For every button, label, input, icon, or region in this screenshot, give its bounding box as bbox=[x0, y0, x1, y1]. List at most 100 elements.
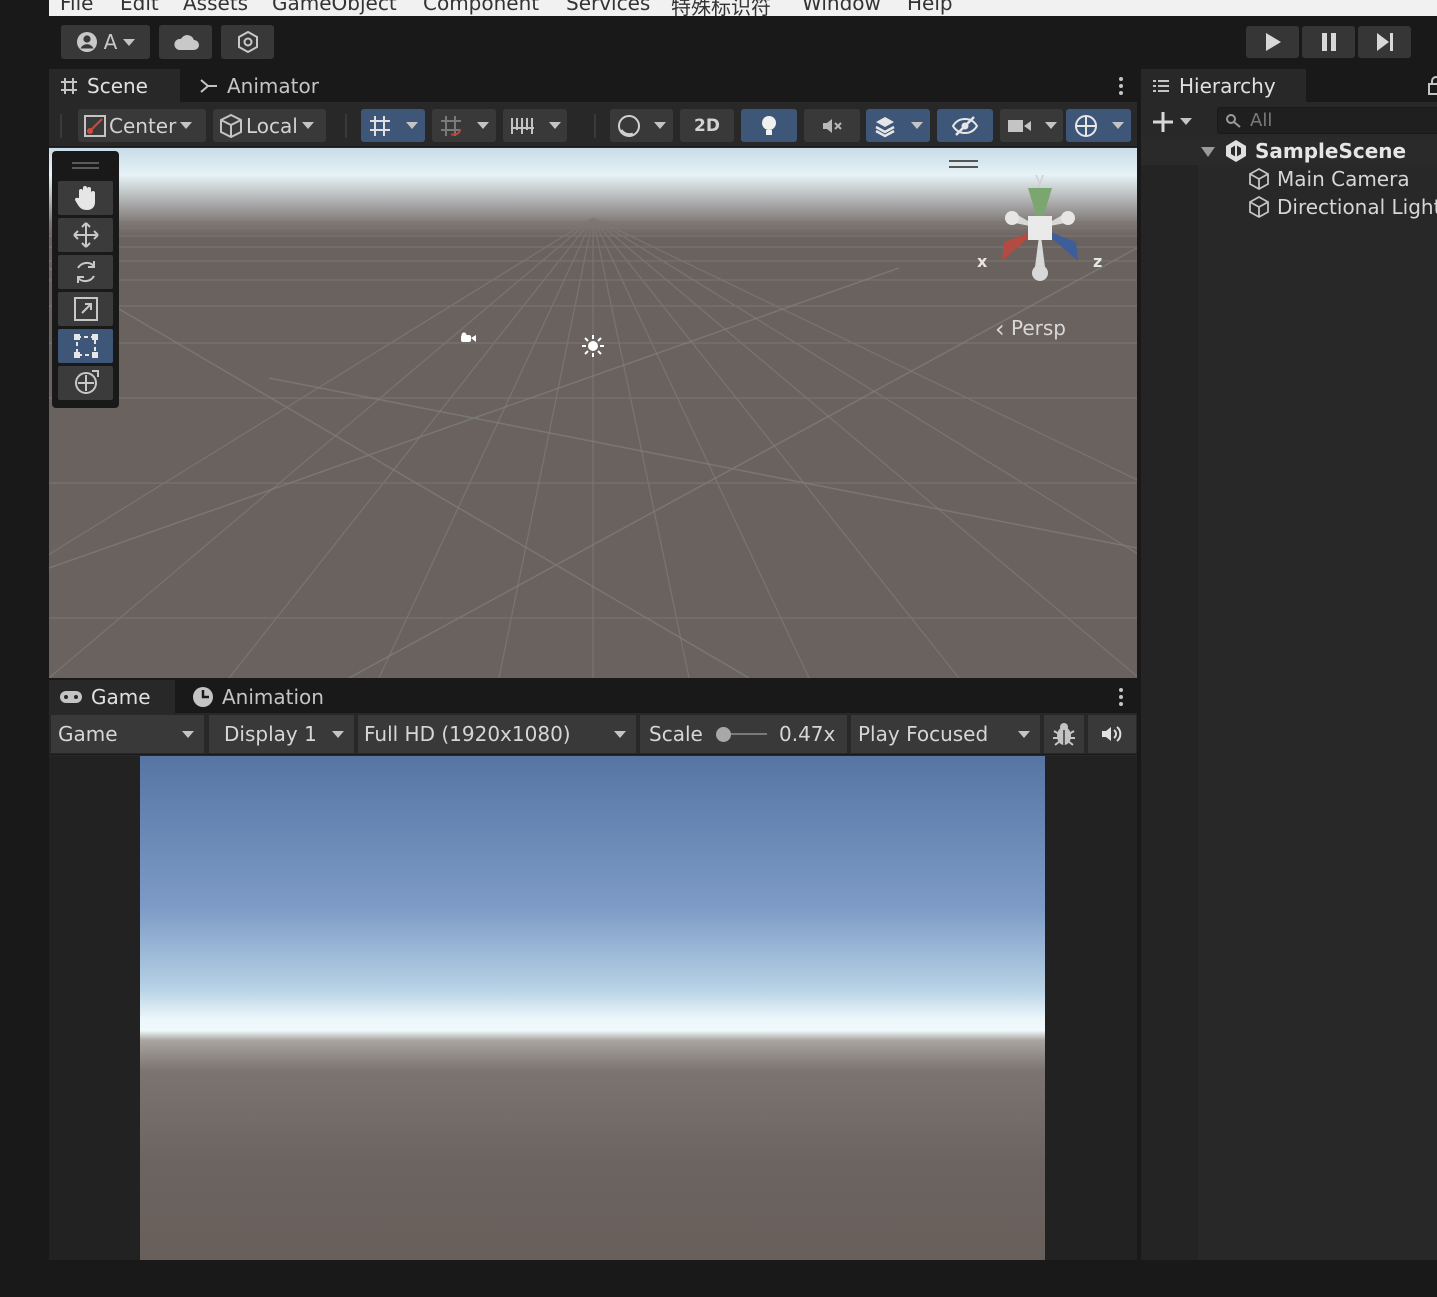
cube-icon bbox=[220, 113, 242, 138]
scale-tool[interactable] bbox=[58, 292, 113, 326]
menu-edit[interactable]: Edit bbox=[120, 0, 159, 15]
expand-arrow-icon[interactable] bbox=[1201, 147, 1215, 157]
hierarchy-scene-row[interactable]: SampleScene bbox=[1141, 137, 1437, 165]
orientation-gizmo[interactable]: y x z bbox=[964, 162, 1114, 287]
scene-toolbar: Center Local 2D bbox=[49, 102, 1137, 147]
chevron-down-icon bbox=[123, 38, 136, 46]
status-bar bbox=[49, 1260, 1437, 1297]
grid-snap-icon bbox=[370, 115, 390, 136]
camera-dropdown[interactable] bbox=[1000, 109, 1063, 142]
hierarchy-gutter bbox=[1141, 140, 1198, 1260]
unity-scene-icon bbox=[1226, 140, 1246, 162]
speaker-icon bbox=[1102, 726, 1122, 742]
search-icon bbox=[1226, 113, 1241, 128]
ruler-snap-button[interactable] bbox=[503, 109, 567, 142]
game-view-mode-dropdown[interactable]: Game bbox=[51, 715, 204, 753]
rotate-icon bbox=[76, 261, 95, 283]
scene-panel: Scene Animator Center Local 2D y x z ‹ P… bbox=[49, 69, 1137, 678]
shading-mode-dropdown[interactable] bbox=[610, 109, 673, 142]
chevron-down-icon bbox=[1112, 122, 1125, 129]
camera-icon bbox=[1008, 119, 1032, 132]
menu-gameobject[interactable]: GameObject bbox=[272, 0, 397, 15]
audio-toggle[interactable] bbox=[804, 109, 860, 142]
gizmos-dropdown[interactable] bbox=[1066, 109, 1131, 142]
plus-icon bbox=[1153, 111, 1173, 132]
menu-services[interactable]: Services bbox=[566, 0, 650, 15]
play-mode-dropdown[interactable]: Play Focused bbox=[851, 715, 1040, 753]
stats-toggle[interactable] bbox=[1044, 715, 1084, 753]
mute-audio-toggle[interactable] bbox=[1088, 715, 1136, 753]
hierarchy-toolbar: All bbox=[1141, 102, 1437, 140]
menu-bar: File Edit Assets GameObject Component Se… bbox=[49, 0, 1437, 16]
menu-help[interactable]: Help bbox=[907, 0, 953, 15]
lightbulb-icon bbox=[762, 115, 776, 135]
transform-tool[interactable] bbox=[58, 366, 113, 400]
increment-snap-button[interactable] bbox=[432, 109, 496, 142]
move-icon bbox=[72, 222, 99, 248]
rect-transform-icon bbox=[73, 334, 98, 358]
resolution-label: Full HD (1920x1080) bbox=[364, 722, 571, 746]
menu-custom[interactable]: 特殊标识符 bbox=[671, 0, 771, 16]
pivot-icon bbox=[84, 114, 106, 137]
play-icon bbox=[1265, 33, 1281, 51]
grid-snap-button[interactable] bbox=[361, 109, 425, 142]
2d-toggle[interactable]: 2D bbox=[680, 109, 734, 142]
chevron-down-icon bbox=[332, 731, 344, 738]
step-button[interactable] bbox=[1358, 26, 1411, 58]
display-dropdown[interactable]: Display 1 bbox=[209, 715, 354, 753]
window-left-edge bbox=[0, 0, 49, 1297]
effects-dropdown[interactable] bbox=[866, 109, 930, 142]
space-dropdown[interactable]: Local bbox=[213, 109, 326, 142]
cloud-icon bbox=[173, 35, 199, 50]
chevron-down-icon bbox=[301, 122, 314, 129]
play-button[interactable] bbox=[1246, 26, 1299, 58]
projection-toggle[interactable]: ‹ Persp bbox=[995, 315, 1066, 343]
menu-assets[interactable]: Assets bbox=[183, 0, 248, 15]
game-render bbox=[140, 756, 1045, 1264]
tab-game[interactable]: Game bbox=[49, 680, 175, 713]
game-toolbar: Game Display 1 Full HD (1920x1080) Scale… bbox=[49, 713, 1137, 755]
menu-file[interactable]: File bbox=[60, 0, 93, 15]
scene-visibility-toggle[interactable] bbox=[937, 109, 993, 142]
move-tool[interactable] bbox=[58, 218, 113, 252]
lock-icon[interactable] bbox=[1427, 76, 1437, 96]
menu-window[interactable]: Window bbox=[802, 0, 881, 15]
rect-tool[interactable] bbox=[58, 329, 113, 363]
game-panel: Game Animation Game Display 1 Full HD (1… bbox=[49, 680, 1137, 1264]
scene-more-icon[interactable] bbox=[1119, 77, 1123, 98]
light-gizmo-icon[interactable] bbox=[581, 334, 605, 358]
pivot-dropdown[interactable]: Center bbox=[78, 109, 206, 142]
game-view[interactable] bbox=[49, 756, 1137, 1264]
toolbar-grip bbox=[60, 114, 62, 138]
chevron-down-icon bbox=[182, 731, 194, 738]
pause-button[interactable] bbox=[1302, 26, 1355, 58]
rotate-tool[interactable] bbox=[58, 255, 113, 289]
scene-viewport[interactable]: y x z ‹ Persp bbox=[49, 148, 1137, 678]
cloud-button[interactable] bbox=[159, 25, 212, 59]
chevron-down-icon bbox=[1180, 118, 1192, 125]
chevron-down-icon bbox=[548, 122, 561, 129]
lighting-toggle[interactable] bbox=[741, 109, 797, 142]
tab-scene[interactable]: Scene bbox=[49, 69, 180, 102]
hierarchy-item-directional-light[interactable]: Directional Light bbox=[1141, 193, 1437, 221]
scale-value: 0.47x bbox=[779, 722, 836, 746]
hierarchy-item-label: Main Camera bbox=[1277, 167, 1410, 191]
tab-hierarchy[interactable]: Hierarchy bbox=[1141, 69, 1306, 102]
tab-scene-label: Scene bbox=[87, 73, 148, 98]
tab-animator[interactable]: Animator bbox=[189, 69, 339, 102]
hierarchy-item-main-camera[interactable]: Main Camera bbox=[1141, 165, 1437, 193]
game-more-icon[interactable] bbox=[1119, 688, 1123, 709]
collab-button[interactable] bbox=[221, 25, 274, 59]
camera-gizmo-icon[interactable] bbox=[459, 331, 477, 345]
chevron-down-icon bbox=[406, 122, 418, 129]
hierarchy-search[interactable]: All bbox=[1217, 107, 1437, 134]
pivot-label: Center bbox=[109, 113, 177, 138]
scale-slider-thumb[interactable] bbox=[716, 727, 731, 742]
bug-icon bbox=[1053, 723, 1075, 746]
create-dropdown[interactable] bbox=[1152, 108, 1200, 135]
tab-animation[interactable]: Animation bbox=[182, 680, 342, 713]
account-dropdown[interactable]: A bbox=[61, 25, 150, 59]
resolution-dropdown[interactable]: Full HD (1920x1080) bbox=[358, 715, 636, 753]
menu-component[interactable]: Component bbox=[423, 0, 539, 15]
hand-tool[interactable] bbox=[58, 181, 113, 215]
